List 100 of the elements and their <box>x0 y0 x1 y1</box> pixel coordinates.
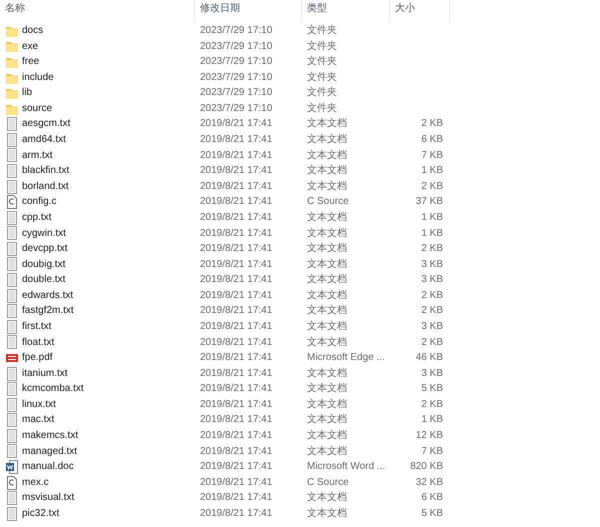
file-type: 文件夹 <box>307 25 337 36</box>
file-name[interactable]: pic32.txt <box>22 506 60 522</box>
file-name[interactable]: makemcs.txt <box>22 428 78 444</box>
file-name[interactable]: arm.txt <box>22 148 53 164</box>
file-type: 文本文档 <box>307 212 347 223</box>
file-size: 2 KB <box>421 118 443 130</box>
file-size: 1 KB <box>421 414 443 426</box>
modified-date: 2019/8/21 17:41 <box>200 368 272 379</box>
modified-date: 2019/8/21 17:41 <box>200 196 272 208</box>
file-size: 2 KB <box>421 180 443 192</box>
file-size: 5 KB <box>421 508 443 519</box>
file-name[interactable]: lib <box>22 85 32 101</box>
modified-date: 2019/8/21 17:41 <box>200 274 272 286</box>
file-size: 46 KB <box>416 352 443 364</box>
file-size: 820 KB <box>410 461 443 472</box>
file-size: 2 KB <box>421 243 443 254</box>
file-name[interactable]: free <box>22 54 40 70</box>
modified-date: 2019/8/21 17:41 <box>200 508 272 519</box>
file-size: 3 KB <box>421 320 443 332</box>
document-icon <box>6 288 18 303</box>
file-type: 文件夹 <box>307 56 337 68</box>
document-icon <box>6 148 18 162</box>
file-name[interactable]: msvisual.txt <box>22 490 74 506</box>
file-type: 文本文档 <box>307 165 347 176</box>
file-name[interactable]: fastgf2m.txt <box>22 303 74 319</box>
modified-date: 2023/7/29 17:10 <box>200 56 272 68</box>
document-icon <box>6 382 18 396</box>
file-name[interactable]: float.txt <box>22 334 54 350</box>
file-name[interactable]: cygwin.txt <box>22 226 66 242</box>
file-type: 文本文档 <box>307 398 347 410</box>
file-name[interactable]: cpp.txt <box>22 210 52 226</box>
file-name[interactable]: aesgcm.txt <box>22 116 70 132</box>
file-name[interactable]: amd64.txt <box>22 132 66 148</box>
folder-icon <box>6 86 18 100</box>
file-name[interactable]: double.txt <box>22 272 66 288</box>
file-size: 1 KB <box>421 212 443 223</box>
file-type: C Source <box>307 196 349 208</box>
document-icon <box>6 428 18 443</box>
file-name[interactable]: itanium.txt <box>22 366 68 382</box>
document-icon <box>6 210 18 225</box>
modified-date: 2019/8/21 17:41 <box>200 305 272 316</box>
modified-date: 2023/7/29 17:10 <box>200 72 272 83</box>
file-type: 文本文档 <box>307 243 347 254</box>
file-name[interactable]: borland.txt <box>22 178 69 194</box>
file-size: 37 KB <box>416 196 443 208</box>
file-type: 文本文档 <box>307 336 347 348</box>
file-name[interactable]: manual.doc <box>22 459 74 475</box>
file-name[interactable]: blackfin.txt <box>22 163 70 179</box>
file-type: 文本文档 <box>307 320 347 332</box>
name-column-header[interactable]: 名称 <box>0 0 195 22</box>
file-type: Microsoft Word ... <box>307 461 386 472</box>
modified-date: 2019/8/21 17:41 <box>200 134 272 146</box>
document-icon <box>6 320 18 334</box>
file-name[interactable]: source <box>22 100 52 116</box>
file-size: 2 KB <box>421 398 443 410</box>
modified-date: 2019/8/21 17:41 <box>200 492 272 504</box>
file-name[interactable]: kcmcomba.txt <box>22 381 84 397</box>
file-name[interactable]: managed.txt <box>22 444 78 460</box>
file-name[interactable]: mac.txt <box>22 412 54 428</box>
file-name[interactable]: linux.txt <box>22 396 56 412</box>
file-name[interactable]: first.txt <box>22 318 52 335</box>
file-name[interactable]: config.c <box>22 194 56 210</box>
file-size: 32 KB <box>416 476 443 488</box>
document-icon <box>6 164 18 178</box>
file-size: 3 KB <box>421 368 443 379</box>
document-icon <box>6 413 18 428</box>
modified-date: 2023/7/29 17:10 <box>200 40 272 52</box>
document-icon <box>6 273 18 288</box>
file-type: 文本文档 <box>307 258 347 270</box>
file-name[interactable]: exe <box>22 38 38 54</box>
file-name[interactable]: fpe.pdf <box>22 350 53 366</box>
file-name[interactable]: mex.c <box>22 474 49 490</box>
file-name[interactable]: devcpp.txt <box>22 241 68 257</box>
modified-date: 2019/8/21 17:41 <box>200 430 272 442</box>
code-file-icon <box>6 476 18 490</box>
modified-date: 2019/8/21 17:41 <box>200 461 272 472</box>
size-column-header[interactable]: 大小 <box>390 0 450 22</box>
document-icon <box>6 366 18 380</box>
file-type: 文件夹 <box>307 72 337 83</box>
file-name[interactable]: include <box>22 70 54 86</box>
file-type: 文件夹 <box>307 87 337 98</box>
modified-date: 2019/8/21 17:41 <box>200 118 272 130</box>
date-column-header[interactable]: 修改日期 <box>195 0 302 22</box>
file-name[interactable]: edwards.txt <box>22 288 74 304</box>
file-size: 5 KB <box>421 383 443 394</box>
document-icon <box>6 226 18 240</box>
modified-date: 2023/7/29 17:10 <box>200 87 272 98</box>
file-type: 文本文档 <box>307 368 347 379</box>
file-size: 2 KB <box>421 305 443 316</box>
document-icon <box>6 180 18 194</box>
modified-date: 2019/8/21 17:41 <box>200 180 272 192</box>
modified-date: 2019/8/21 17:41 <box>200 212 272 223</box>
modified-date: 2023/7/29 17:10 <box>200 25 272 36</box>
file-name[interactable]: docs <box>22 23 44 39</box>
file-name[interactable]: doubig.txt <box>22 256 66 272</box>
file-size: 6 KB <box>421 492 443 504</box>
type-column-header[interactable]: 类型 <box>302 0 390 22</box>
file-type: 文本文档 <box>307 414 347 426</box>
document-icon <box>6 398 18 412</box>
modified-date: 2019/8/21 17:41 <box>200 165 272 176</box>
